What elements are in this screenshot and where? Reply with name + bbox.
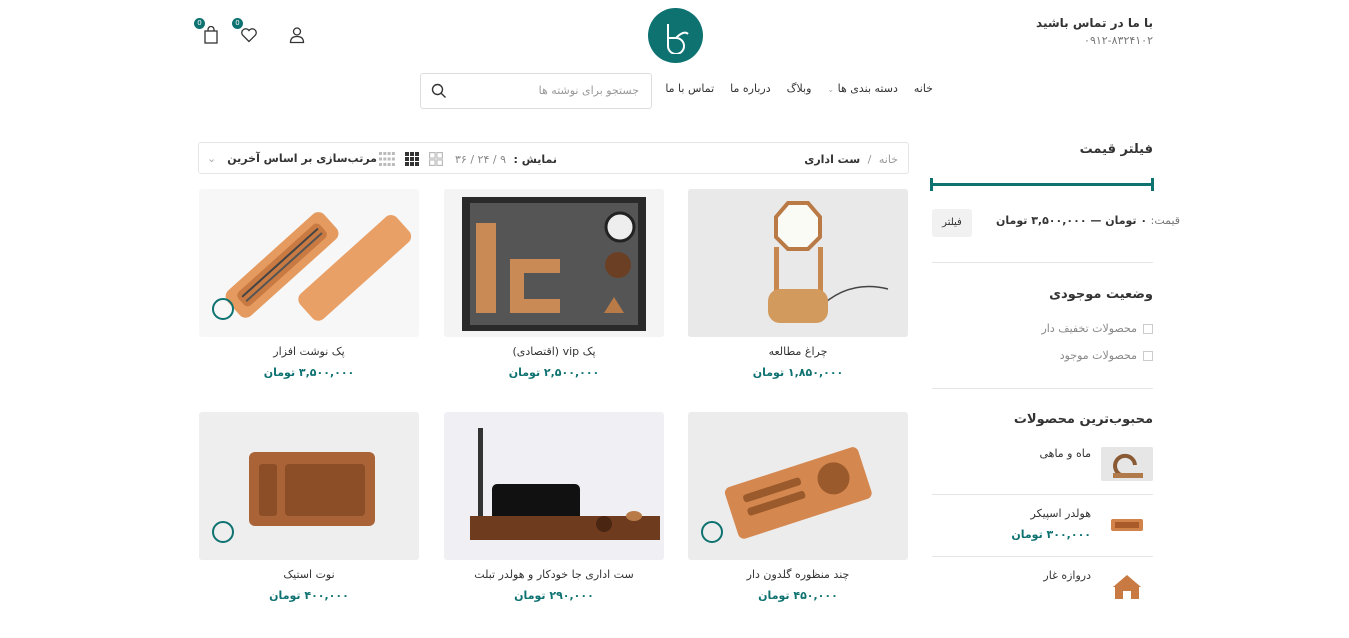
product-image-multipurpose-planter[interactable] xyxy=(688,412,908,560)
price-range-text: قیمت: ۰ تومان — ۳,۵۰۰,۰۰۰ تومان xyxy=(996,214,1180,227)
popular-item[interactable]: دروازه غار xyxy=(932,569,1153,603)
popular-item-name[interactable]: ماه و ماهی xyxy=(1039,447,1091,460)
product-price: ۴۰۰,۰۰۰ تومان xyxy=(269,589,349,602)
product-name[interactable]: چند منظوره گلدون دار xyxy=(688,568,908,581)
popular-item-thumb[interactable] xyxy=(1101,569,1153,603)
popular-item-thumb[interactable] xyxy=(1101,507,1153,541)
popular-item-price: ۳۰۰,۰۰۰ تومان xyxy=(1011,528,1091,541)
sort-select-value: مرتب‌سازی بر اساس آخرین xyxy=(227,152,377,165)
price-range-slider[interactable] xyxy=(930,178,1154,191)
per-page-options[interactable]: ۹ / ۲۴ / ۳۶ xyxy=(455,153,506,166)
nav-blog[interactable]: وبلاگ xyxy=(787,82,812,95)
breadcrumb-separator: / xyxy=(867,153,872,166)
nav-home[interactable]: خانه xyxy=(914,82,933,95)
stock-option-label: محصولات موجود xyxy=(1059,349,1137,362)
cart-count-badge: 0 xyxy=(194,18,205,29)
product-price: ۴۵۰,۰۰۰ تومان xyxy=(758,589,838,602)
grid-4-columns-icon[interactable] xyxy=(379,152,395,166)
breadcrumb: خانه / ست اداری xyxy=(804,153,898,166)
product-price: ۲۹۰,۰۰۰ تومان xyxy=(514,589,594,602)
heart-icon xyxy=(241,28,257,43)
popular-products-title: محبوب‌ترین محصولات xyxy=(1013,412,1153,427)
product-name[interactable]: نوت استیک xyxy=(199,568,419,581)
product-image-pen-tablet-holder[interactable] xyxy=(444,412,664,560)
divider xyxy=(932,262,1153,263)
divider xyxy=(932,556,1153,557)
per-page-label: نمایش : xyxy=(513,153,558,166)
popular-item[interactable]: هولدر اسپیکر ۳۰۰,۰۰۰ تومان xyxy=(932,507,1153,541)
grid-view-switcher xyxy=(379,152,443,166)
stock-option-discounted[interactable]: محصولات تخفیف دار xyxy=(932,322,1153,335)
product-card[interactable]: چراغ مطالعه ۱,۸۵۰,۰۰۰ تومان xyxy=(688,189,908,379)
stock-status-title: وضعیت موجودی xyxy=(1049,287,1153,302)
product-name[interactable]: پک نوشت افزار xyxy=(199,345,419,358)
main-nav: خانه دسته بندی ها ⌄ وبلاگ درباره ما تماس… xyxy=(665,82,933,95)
price-label: قیمت: xyxy=(1150,214,1181,227)
price-filter-title: فیلتر قیمت xyxy=(1079,142,1153,157)
nav-contact[interactable]: تماس با ما xyxy=(665,82,714,95)
breadcrumb-current: ست اداری xyxy=(804,153,861,166)
stock-status-widget: وضعیت موجودی محصولات تخفیف دار محصولات م… xyxy=(932,287,1153,362)
checkbox[interactable] xyxy=(1143,350,1153,361)
nav-about[interactable]: درباره ما xyxy=(730,82,770,95)
wishlist-count-badge: 0 xyxy=(232,18,243,29)
grid-3-columns-icon[interactable] xyxy=(405,152,419,166)
product-price: ۲,۵۰۰,۰۰۰ تومان xyxy=(508,366,600,379)
popular-item-name[interactable]: هولدر اسپیکر xyxy=(1011,507,1091,520)
popular-item-thumb[interactable] xyxy=(1101,447,1153,481)
shop-toolbar: خانه / ست اداری نمایش : ۹ / ۲۴ / ۳۶ مرتب… xyxy=(198,142,909,174)
chevron-down-icon: ⌄ xyxy=(827,85,835,94)
logo-mark-icon xyxy=(666,23,689,54)
product-image-vip-pack[interactable] xyxy=(444,189,664,337)
product-image-stationery-pack[interactable] xyxy=(199,189,419,337)
product-image-study-lamp[interactable] xyxy=(688,189,908,337)
sort-select[interactable]: مرتب‌سازی بر اساس آخرین ⌄ xyxy=(207,152,377,165)
search-input[interactable]: جستجو برای نوشته ها xyxy=(539,84,639,97)
product-card[interactable]: چند منظوره گلدون دار ۴۵۰,۰۰۰ تومان xyxy=(688,412,908,602)
product-name[interactable]: پک vip (اقتصادی) xyxy=(444,345,664,358)
product-card[interactable]: نوت استیک ۴۰۰,۰۰۰ تومان xyxy=(199,412,419,602)
product-price: ۳,۵۰۰,۰۰۰ تومان xyxy=(263,366,355,379)
product-card[interactable]: پک نوشت افزار ۳,۵۰۰,۰۰۰ تومان xyxy=(199,189,419,379)
nav-categories[interactable]: دسته بندی ها ⌄ xyxy=(827,82,897,95)
search-icon[interactable] xyxy=(431,83,447,102)
search-box[interactable]: جستجو برای نوشته ها xyxy=(420,73,652,109)
stock-option-in-stock[interactable]: محصولات موجود xyxy=(932,349,1153,362)
popular-products-widget: محبوب‌ترین محصولات xyxy=(932,412,1153,427)
grid-2-columns-icon[interactable] xyxy=(429,152,443,166)
phone-number[interactable]: ۰۹۱۲-۸۳۲۴۱۰۲ xyxy=(1036,34,1153,47)
divider xyxy=(932,388,1153,389)
divider xyxy=(932,494,1153,495)
popular-item[interactable]: ماه و ماهی xyxy=(932,447,1153,481)
price-range-value: ۰ تومان — ۳,۵۰۰,۰۰۰ تومان xyxy=(996,214,1148,227)
product-name[interactable]: چراغ مطالعه xyxy=(688,345,908,358)
account-button[interactable] xyxy=(284,22,310,48)
checkbox[interactable] xyxy=(1143,323,1153,334)
popular-item-name[interactable]: دروازه غار xyxy=(1043,569,1091,582)
site-logo[interactable] xyxy=(648,8,703,63)
nav-categories-label: دسته بندی ها xyxy=(837,82,898,95)
per-page-selector: نمایش : ۹ / ۲۴ / ۳۶ xyxy=(455,153,557,166)
chevron-down-icon: ⌄ xyxy=(207,152,217,165)
product-name[interactable]: ست اداری جا خودکار و هولدر تبلت xyxy=(444,568,664,581)
cart-button[interactable]: 0 xyxy=(194,18,224,48)
stock-option-label: محصولات تخفیف دار xyxy=(1041,322,1137,335)
contact-title: با ما در تماس باشید xyxy=(1036,16,1153,30)
user-icon xyxy=(289,27,305,44)
contact-block: با ما در تماس باشید ۰۹۱۲-۸۳۲۴۱۰۲ xyxy=(1036,16,1153,47)
product-price: ۱,۸۵۰,۰۰۰ تومان xyxy=(752,366,844,379)
product-image-sticky-note-holder[interactable] xyxy=(199,412,419,560)
product-card[interactable]: پک vip (اقتصادی) ۲,۵۰۰,۰۰۰ تومان xyxy=(444,189,664,379)
breadcrumb-home[interactable]: خانه xyxy=(879,153,898,166)
filter-button[interactable]: فیلتر xyxy=(932,209,972,237)
wishlist-button[interactable]: 0 xyxy=(232,18,262,48)
price-filter-widget: فیلتر قیمت xyxy=(932,142,1153,157)
product-card[interactable]: ست اداری جا خودکار و هولدر تبلت ۲۹۰,۰۰۰ … xyxy=(444,412,664,602)
shopping-bag-icon xyxy=(204,26,218,44)
